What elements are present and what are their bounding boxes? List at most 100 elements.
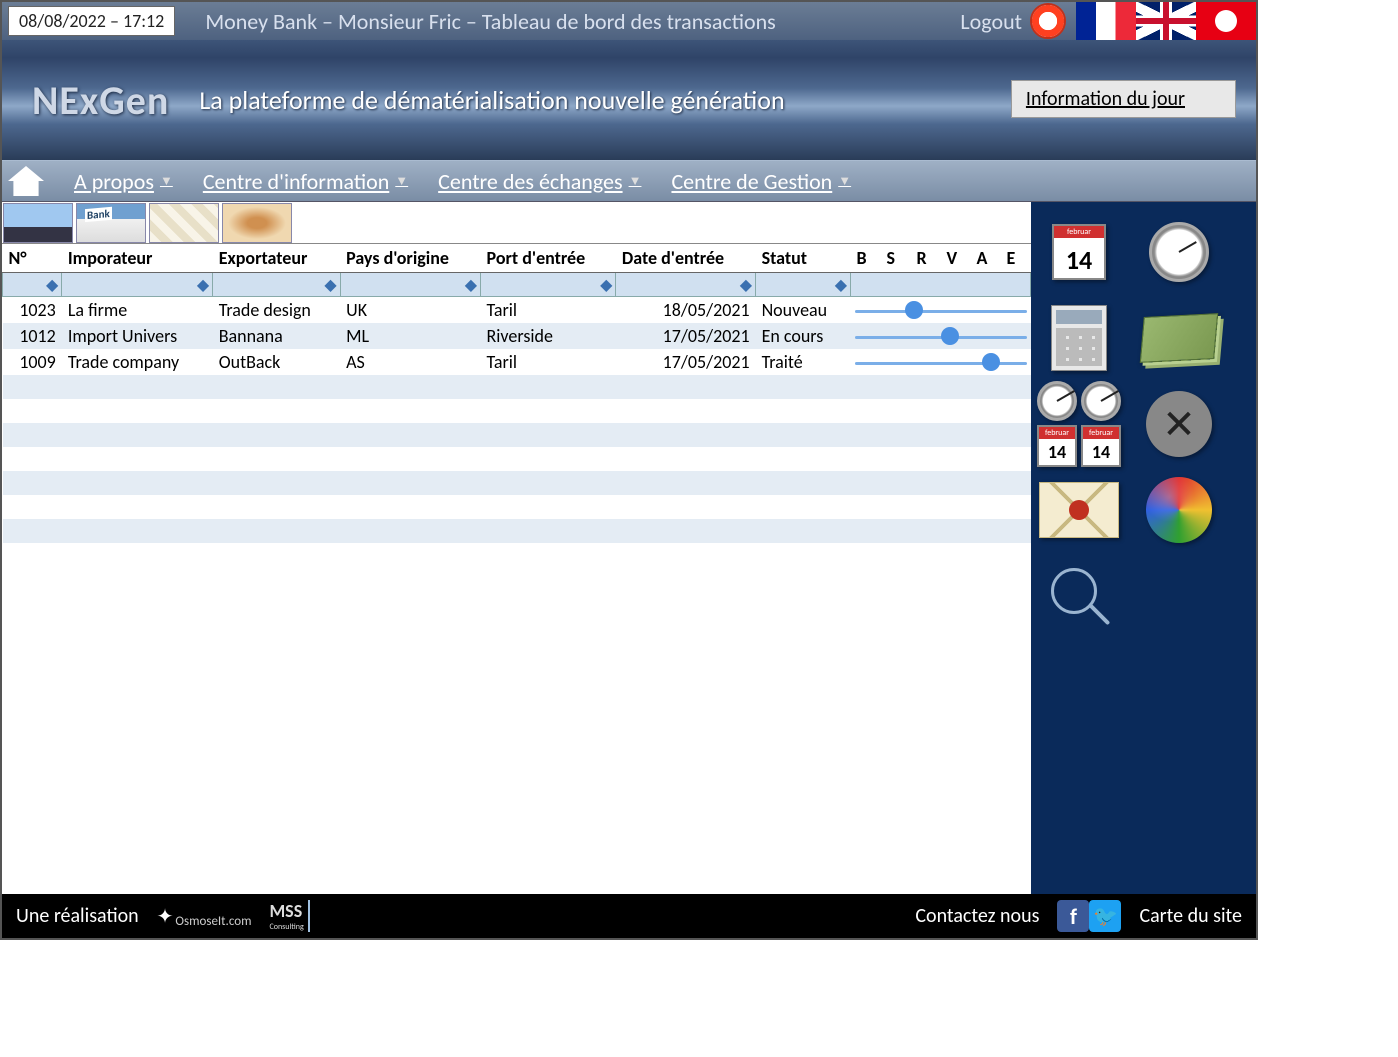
help-icon[interactable] xyxy=(1030,3,1066,39)
clock-icon[interactable] xyxy=(1139,216,1219,288)
cell-status: Nouveau xyxy=(756,297,851,324)
cell-date: 18/05/2021 xyxy=(616,297,756,324)
cell-exporter: Trade design xyxy=(213,297,340,324)
progress-slider[interactable] xyxy=(851,297,1031,324)
col-b[interactable]: B xyxy=(851,244,881,273)
contact-link[interactable]: Contactez nous xyxy=(915,904,1039,928)
thumb-tiles-icon[interactable] xyxy=(149,203,219,243)
table-header-row: N° Imporateur Exportateur Pays d'origine… xyxy=(3,244,1031,273)
col-s[interactable]: S xyxy=(881,244,911,273)
filter-port[interactable]: ◆ xyxy=(481,273,616,297)
filter-progress[interactable] xyxy=(851,273,1031,297)
filter-origin[interactable]: ◆ xyxy=(340,273,480,297)
col-exporter[interactable]: Exportateur xyxy=(213,244,340,273)
facebook-icon[interactable]: f xyxy=(1057,900,1089,932)
cell-port: Taril xyxy=(481,349,616,375)
compass-icon[interactable] xyxy=(1139,388,1219,460)
cell-importer: Import Univers xyxy=(62,323,213,349)
empty-row xyxy=(3,399,1031,423)
col-num[interactable]: N° xyxy=(3,244,62,273)
logout-link[interactable]: Logout xyxy=(960,8,1030,35)
tagline: La plateforme de dématérialisation nouve… xyxy=(199,84,784,116)
sitemap-link[interactable]: Carte du site xyxy=(1139,904,1242,928)
cell-status: En cours xyxy=(756,323,851,349)
osmose-logo[interactable]: OsmoseIt.com xyxy=(157,904,252,929)
schedule-icon[interactable] xyxy=(1039,388,1119,460)
cell-num: 1012 xyxy=(3,323,62,349)
col-v[interactable]: V xyxy=(941,244,971,273)
sort-icon[interactable]: ◆ xyxy=(600,275,612,295)
sort-icon[interactable]: ◆ xyxy=(835,275,847,295)
flag-uk-icon[interactable] xyxy=(1136,2,1196,40)
cell-origin: AS xyxy=(340,349,480,375)
empty-row xyxy=(3,495,1031,519)
sort-icon[interactable]: ◆ xyxy=(46,275,58,295)
col-e[interactable]: E xyxy=(1001,244,1031,273)
flag-france-icon[interactable] xyxy=(1076,2,1136,40)
category-thumbnails xyxy=(2,202,1031,244)
filter-importer[interactable]: ◆ xyxy=(62,273,213,297)
filter-date[interactable]: ◆ xyxy=(616,273,756,297)
cell-importer: Trade company xyxy=(62,349,213,375)
cell-num: 1009 xyxy=(3,349,62,375)
thumb-bank-icon[interactable] xyxy=(76,203,146,243)
cell-num: 1023 xyxy=(3,297,62,324)
sort-icon[interactable]: ◆ xyxy=(197,275,209,295)
hero-banner: NExGen La plateforme de dématérialisatio… xyxy=(2,40,1256,160)
col-a[interactable]: A xyxy=(971,244,1001,273)
col-r[interactable]: R xyxy=(911,244,941,273)
home-icon[interactable] xyxy=(8,166,44,196)
thumb-shipping-icon[interactable] xyxy=(3,203,73,243)
cell-exporter: Bannana xyxy=(213,323,340,349)
table-row[interactable]: 1009Trade companyOutBackASTaril17/05/202… xyxy=(3,349,1031,375)
progress-slider[interactable] xyxy=(851,323,1031,349)
info-of-day-button[interactable]: Information du jour xyxy=(1011,80,1236,118)
transactions-table: N° Imporateur Exportateur Pays d'origine… xyxy=(2,244,1031,543)
progress-slider[interactable] xyxy=(851,349,1031,375)
empty-row xyxy=(3,519,1031,543)
mss-logo[interactable]: MSSConsulting xyxy=(269,900,309,932)
cell-status: Traité xyxy=(756,349,851,375)
twitter-icon[interactable]: 🐦 xyxy=(1089,900,1121,932)
search-icon[interactable] xyxy=(1039,560,1119,632)
brand-logo: NExGen xyxy=(32,76,169,125)
sort-icon[interactable]: ◆ xyxy=(740,275,752,295)
nav-management-center[interactable]: Centre de Gestion xyxy=(671,168,851,195)
footer: Une réalisation OsmoseIt.com MSSConsulti… xyxy=(2,894,1256,938)
calculator-icon[interactable] xyxy=(1039,302,1119,374)
money-icon[interactable] xyxy=(1139,302,1219,374)
cell-origin: ML xyxy=(340,323,480,349)
col-port[interactable]: Port d'entrée xyxy=(481,244,616,273)
col-importer[interactable]: Imporateur xyxy=(62,244,213,273)
made-by-label: Une réalisation xyxy=(16,904,139,928)
cell-date: 17/05/2021 xyxy=(616,323,756,349)
cell-port: Taril xyxy=(481,297,616,324)
sort-icon[interactable]: ◆ xyxy=(324,275,336,295)
filter-exporter[interactable]: ◆ xyxy=(213,273,340,297)
empty-row xyxy=(3,423,1031,447)
table-row[interactable]: 1012Import UniversBannanaMLRiverside17/0… xyxy=(3,323,1031,349)
tool-sidebar xyxy=(1031,202,1256,894)
nav-info-center[interactable]: Centre d'information xyxy=(203,168,408,195)
globe-icon[interactable] xyxy=(1139,474,1219,546)
col-entry-date[interactable]: Date d'entrée xyxy=(616,244,756,273)
empty-row xyxy=(3,471,1031,495)
thumb-goods-icon[interactable] xyxy=(222,203,292,243)
calendar-icon[interactable] xyxy=(1039,216,1119,288)
nav-about[interactable]: A propos xyxy=(74,168,173,195)
table-row[interactable]: 1023La firmeTrade designUKTaril18/05/202… xyxy=(3,297,1031,324)
main-panel: N° Imporateur Exportateur Pays d'origine… xyxy=(2,202,1031,894)
filter-num[interactable]: ◆ xyxy=(3,273,62,297)
cell-origin: UK xyxy=(340,297,480,324)
sort-icon[interactable]: ◆ xyxy=(465,275,477,295)
datetime-display: 08/08/2022 – 17:12 xyxy=(8,6,175,36)
cell-exporter: OutBack xyxy=(213,349,340,375)
main-nav: A propos Centre d'information Centre des… xyxy=(2,160,1256,202)
col-status[interactable]: Statut xyxy=(756,244,851,273)
col-origin[interactable]: Pays d'origine xyxy=(340,244,480,273)
filter-status[interactable]: ◆ xyxy=(756,273,851,297)
flag-tunisia-icon[interactable] xyxy=(1196,2,1256,40)
nav-exchange-center[interactable]: Centre des échanges xyxy=(438,168,641,195)
cell-importer: La firme xyxy=(62,297,213,324)
mail-icon[interactable] xyxy=(1039,474,1119,546)
